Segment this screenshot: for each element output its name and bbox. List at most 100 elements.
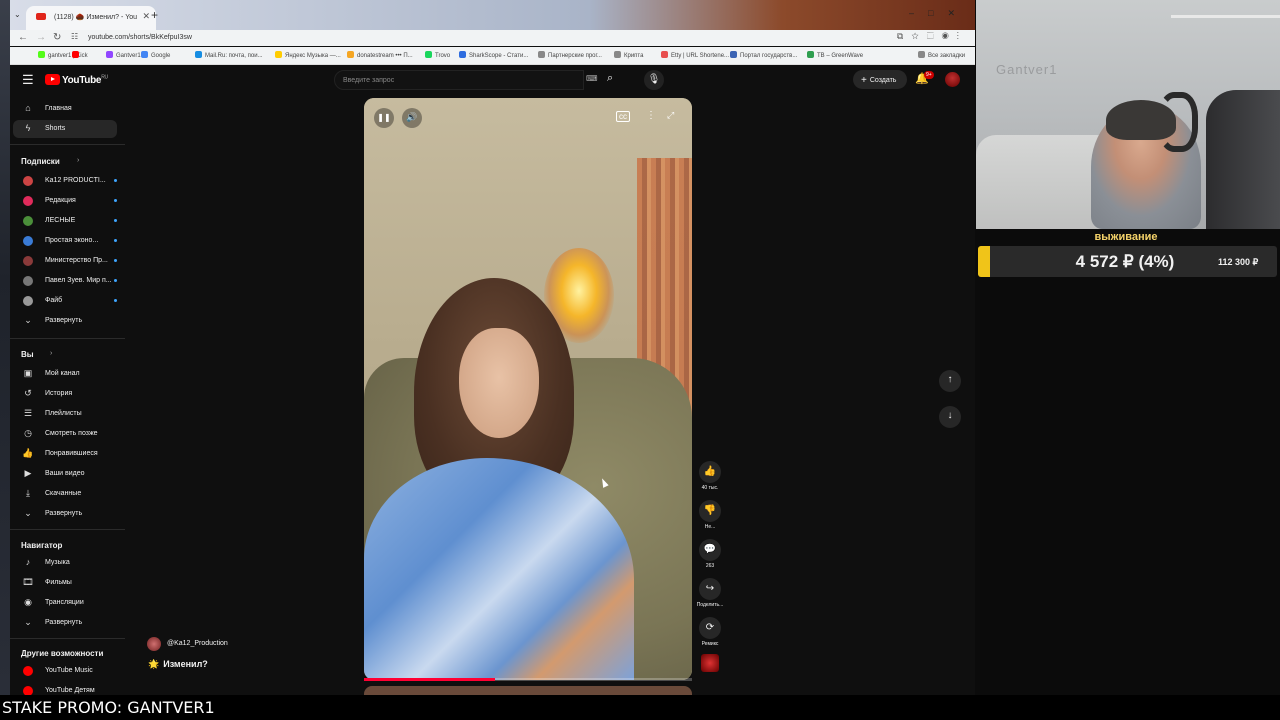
avatar[interactable] <box>945 72 960 87</box>
channel-avatar-icon <box>23 216 33 226</box>
sidebar-item-label: Трансляции <box>45 599 84 606</box>
keyboard-icon[interactable]: ⌨ <box>586 74 598 83</box>
sidebar-item-watch-later[interactable]: ◷ Смотреть позже <box>13 425 117 443</box>
bookmark-favicon-icon <box>38 51 45 58</box>
sidebar-item-my-channel[interactable]: ▣ Мой канал <box>13 365 117 383</box>
site-info-icon[interactable]: ☷ <box>71 32 78 41</box>
new-tab-icon[interactable]: + <box>151 8 158 22</box>
youtube-logo[interactable]: YouTubeRU <box>45 74 108 86</box>
channel-avatar-icon <box>23 296 33 306</box>
sidebar-item-chevron-down[interactable]: ⌄ Развернуть <box>13 505 117 523</box>
close-tab-icon[interactable]: ✕ <box>142 11 150 22</box>
donation-goal-target: 112 300 ₽ <box>1218 257 1259 267</box>
downloads-icon: ⤓ <box>26 488 30 498</box>
bookmark-item[interactable]: Trovo <box>425 51 450 59</box>
video-progress-bar[interactable] <box>364 678 692 681</box>
next-short-button[interactable]: ↓ <box>939 406 961 428</box>
channel-name[interactable]: @Ka12_Production <box>167 640 228 647</box>
search-input[interactable]: Введите запрос <box>334 70 584 90</box>
sidebar-item-channel[interactable]: ЛЕСНЫЕ <box>13 212 117 230</box>
bookmark-item[interactable]: Яндекс Музыка —... <box>275 51 341 59</box>
sidebar-item-music[interactable]: ♪ Музыка <box>13 554 117 572</box>
url-field[interactable]: youtube.com/shorts/BkKefpuI3sw <box>88 31 828 45</box>
sidebar-item-home[interactable]: ⌂ Главная <box>13 100 117 118</box>
bookmark-item[interactable]: Портал государств... <box>730 51 797 59</box>
sidebar-item-channel[interactable]: Павел Зуев. Мир п... <box>13 272 117 290</box>
sidebar-item-channel[interactable]: Файб <box>13 292 117 310</box>
comments-button[interactable]: 💬 263 <box>699 539 721 569</box>
pause-icon[interactable]: ❚❚ <box>374 108 394 128</box>
chevron-down-icon: ⌄ <box>24 508 32 518</box>
share-button[interactable]: ↪ Поделить... <box>697 578 723 608</box>
wall-logo: Gantver1 <box>996 62 1058 77</box>
captions-icon[interactable]: cc <box>616 111 630 122</box>
subscriptions-header[interactable]: Подписки <box>21 157 60 166</box>
channel-avatar[interactable] <box>147 637 161 651</box>
chevron-right-icon: › <box>50 350 53 357</box>
tab-title: (1128) 🌰 Изменил? - You <box>54 14 138 21</box>
sidebar-item-channel[interactable]: Редакция <box>13 192 117 210</box>
sidebar-item-youtube-app[interactable]: YouTube Детям <box>13 682 117 695</box>
forward-icon[interactable]: → <box>36 32 46 43</box>
sidebar-item-channel[interactable]: Министерство Пр... <box>13 252 117 270</box>
sound-thumbnail[interactable] <box>701 654 719 672</box>
bookmark-item[interactable]: Крипта <box>614 51 643 59</box>
more-options-icon[interactable]: ⋮ <box>646 110 656 121</box>
sidebar-item-shorts[interactable]: ϟ Shorts <box>13 120 117 138</box>
previous-short-button[interactable]: ↑ <box>939 370 961 392</box>
bookmark-favicon-icon <box>72 51 79 58</box>
sidebar-item-playlists[interactable]: ☰ Плейлисты <box>13 405 117 423</box>
you-header[interactable]: Вы <box>21 350 34 359</box>
sidebar-item-label: Главная <box>45 105 72 112</box>
more-from-youtube-header[interactable]: Другие возможности <box>21 649 103 658</box>
fullscreen-icon[interactable]: ⤢ <box>667 110 674 121</box>
short-video-player[interactable]: ❚❚ 🔊 cc ⋮ ⤢ <box>364 98 692 680</box>
dislike-button[interactable]: 👎 Не... <box>699 500 721 530</box>
bookmark-item[interactable]: SharkScope - Стати... <box>459 51 528 59</box>
bookmark-item[interactable]: Etty | URL Shortene... <box>661 51 729 59</box>
sidebar-item-expand-subs[interactable]: ⌄ Развернуть <box>13 312 117 330</box>
sidebar-item-live[interactable]: ◉ Трансляции <box>13 594 117 612</box>
window-controls[interactable]: –□✕ <box>909 8 969 19</box>
bookmark-item[interactable]: donatestream ••• П... <box>347 51 413 59</box>
sidebar-item-movies[interactable]: 🎞 Фильмы <box>13 574 117 592</box>
search-icon[interactable]: ⌕ <box>607 72 613 85</box>
menu-icon[interactable]: ☰ <box>22 72 34 88</box>
tab-search-icon[interactable]: ⌄ <box>14 10 21 19</box>
sidebar-item-label: Музыка <box>45 559 70 566</box>
sidebar-item-your-videos[interactable]: ▶ Ваши видео <box>13 465 117 483</box>
person-face <box>459 328 539 438</box>
like-button[interactable]: 👍 40 тыс. <box>699 461 721 491</box>
sidebar-item-downloads[interactable]: ⤓ Скачанные <box>13 485 117 503</box>
reload-icon[interactable]: ↻ <box>53 32 61 43</box>
chevron-right-icon: › <box>77 157 80 164</box>
volume-icon[interactable]: 🔊 <box>402 108 422 128</box>
active-tab[interactable]: (1128) 🌰 Изменил? - You ✕ <box>26 6 156 30</box>
create-button[interactable]: + Создать <box>853 70 907 89</box>
sidebar-item-label: Развернуть <box>45 317 83 324</box>
bookmark-item[interactable]: Google <box>141 51 170 59</box>
bookmark-favicon-icon <box>807 51 814 58</box>
sidebar-item-history[interactable]: ↺ История <box>13 385 117 403</box>
chevron-down-icon: ⌄ <box>24 617 32 627</box>
microphone-icon[interactable]: 🎙 <box>644 70 664 90</box>
remix-button[interactable]: ⟳ Ремикс <box>699 617 721 647</box>
back-icon[interactable]: ← <box>18 32 28 43</box>
sidebar-divider <box>10 529 125 530</box>
bookmark-item[interactable]: TB – GreenWave <box>807 51 863 59</box>
sidebar-item-chevron-down[interactable]: ⌄ Развернуть <box>13 614 117 632</box>
bookmark-item[interactable]: Партнерские прог... <box>538 51 602 59</box>
new-content-dot <box>114 299 117 302</box>
youtube-app: ☰ YouTubeRU Введите запрос ⌨ ⌕ 🎙 + Создат… <box>10 66 975 695</box>
explore-header[interactable]: Навигатор <box>21 541 62 550</box>
sidebar-item-channel[interactable]: Простая эконо... <box>13 232 117 250</box>
bookmark-item[interactable]: Mail.Ru: почта, пои... <box>195 51 263 59</box>
bookmark-item[interactable] <box>72 51 82 59</box>
bookmark-item[interactable]: Все закладки <box>918 51 965 59</box>
sidebar-item-youtube-app[interactable]: YouTube Music <box>13 662 117 680</box>
sidebar-item-liked[interactable]: 👍 Понравившиеся <box>13 445 117 463</box>
sidebar-item-channel[interactable]: Ka12 PRODUCTI... <box>13 172 117 190</box>
toolbar-icons[interactable]: ⧉☆⬚◉⋮ <box>897 31 967 42</box>
bookmark-item[interactable]: Gantver1 <box>106 51 141 59</box>
sidebar-item-label: Shorts <box>45 125 66 132</box>
